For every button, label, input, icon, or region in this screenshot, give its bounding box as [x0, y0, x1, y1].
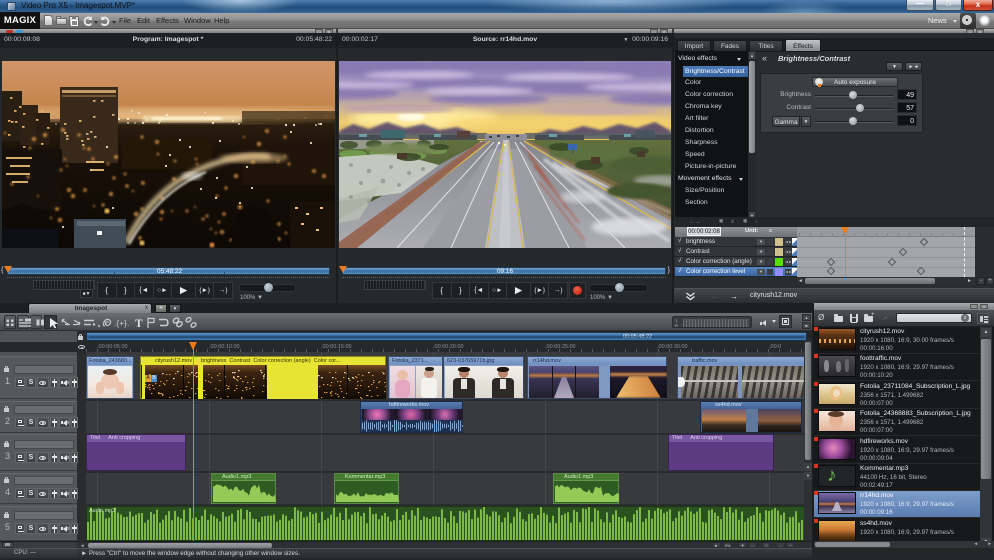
svg-text:T: T [135, 318, 143, 330]
svg-text:.{+}.: .{+}. [114, 318, 129, 328]
